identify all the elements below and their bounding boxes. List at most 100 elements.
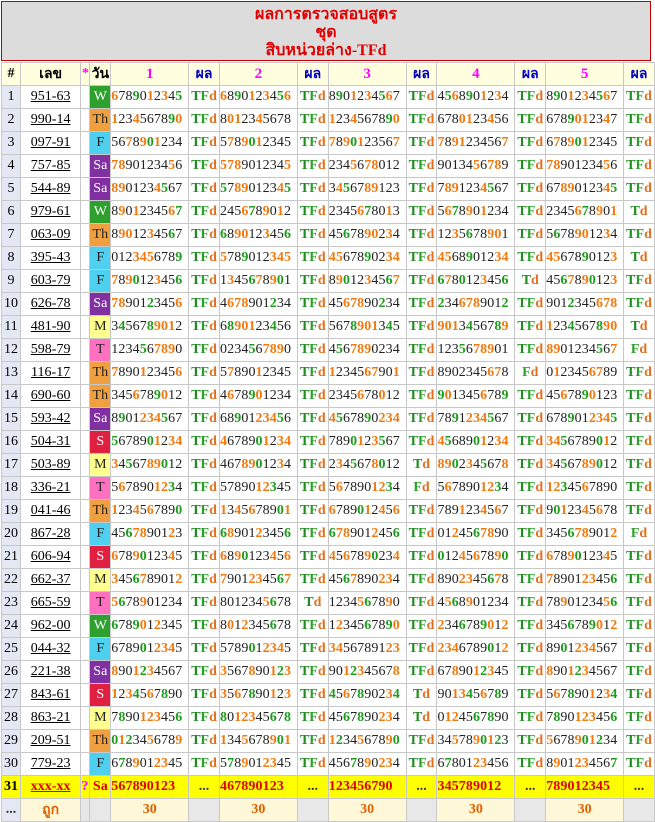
lek-link[interactable]: 044-32 [19, 637, 82, 661]
lek-link[interactable]: 041-46 [19, 499, 82, 523]
digit-sequence: 5789012345 [219, 476, 298, 500]
table-row: 6 979-61 W 8901234567 TFd 2456789012 TFd 234567… [1, 200, 655, 224]
star-cell [80, 177, 91, 201]
digit-sequence: 7891234567 [436, 177, 516, 201]
digit-sequence: 4678901234 [219, 453, 298, 477]
digit-sequence: 4567890123 [110, 522, 190, 546]
star-cell [80, 246, 91, 270]
digit-sequence: 3456789012 [545, 614, 625, 638]
day-badge: Th [89, 361, 112, 385]
digit-sequence: 5789012345 [219, 637, 298, 661]
lek-link[interactable]: 097-91 [19, 131, 82, 155]
result-cell: TFd [514, 499, 547, 523]
result-cell: TFd [296, 131, 329, 155]
lek-link[interactable]: 116-17 [19, 361, 82, 385]
result-cell: TFd [296, 683, 329, 707]
row-number: 15 [1, 407, 21, 431]
digit-sequence: 8901234567 [545, 660, 625, 684]
lek-link[interactable]: 503-89 [19, 453, 82, 477]
lek-link[interactable]: 593-42 [19, 407, 82, 431]
col-header-set-5: 5 [545, 62, 625, 86]
lek-link[interactable]: xxx-xx [19, 775, 82, 799]
result-cell: Td [623, 246, 655, 270]
row-number: 29 [1, 729, 21, 753]
table-row: 17 503-89 M 3456789012 TFd 4678901234 TFd 23456… [1, 453, 655, 477]
result-cell: TFd [405, 752, 438, 776]
lek-link[interactable]: 626-78 [19, 292, 82, 316]
result-cell: TFd [623, 407, 655, 431]
lek-link[interactable]: 603-79 [19, 269, 82, 293]
digit-sequence: 4568901234 [436, 85, 516, 109]
digit-sequence: 0123456789 [545, 361, 625, 385]
digit-sequence: 9013456789 [436, 683, 516, 707]
summary-blank [514, 798, 547, 822]
digit-sequence: 8901234567 [110, 407, 190, 431]
lek-link[interactable]: 336-21 [19, 476, 82, 500]
table-row: 22 662-37 M 3456789012 TFd 7901234567 TFd 45678… [1, 568, 655, 592]
lek-link[interactable]: 665-59 [19, 591, 82, 615]
result-cell: TFd [188, 522, 220, 546]
lek-link[interactable]: 395-43 [19, 246, 82, 270]
star-cell [80, 637, 91, 661]
digit-sequence: 2345678013 [327, 200, 407, 224]
lek-link[interactable]: 598-79 [19, 338, 82, 362]
lek-link[interactable]: 209-51 [19, 729, 82, 753]
digit-sequence: 4567890234 [327, 752, 407, 776]
digit-sequence: 0124567890 [436, 545, 516, 569]
col-header-result: ผล [188, 62, 220, 86]
star-cell [80, 85, 91, 109]
lek-link[interactable]: 757-85 [19, 154, 82, 178]
col-header-set-3: 3 [327, 62, 407, 86]
digit-sequence: 1234567890 [545, 315, 625, 339]
star-cell [80, 108, 91, 132]
lek-link[interactable]: 504-31 [19, 430, 82, 454]
lek-link[interactable]: 662-37 [19, 568, 82, 592]
star-cell [80, 683, 91, 707]
digit-sequence: 9013456789 [436, 315, 516, 339]
row-number: 22 [1, 568, 21, 592]
star-cell [80, 361, 91, 385]
digit-sequence: 2346789012 [436, 637, 516, 661]
digit-sequence: 4567890234 [327, 568, 407, 592]
digit-sequence: 6890123456 [219, 315, 298, 339]
result-cell: TFd [514, 384, 547, 408]
digit-sequence: 4567890234 [327, 246, 407, 270]
lek-link[interactable]: 606-94 [19, 545, 82, 569]
lek-link[interactable]: 863-21 [19, 706, 82, 730]
lek-link[interactable]: 979-61 [19, 200, 82, 224]
lek-link[interactable]: 951-63 [19, 85, 82, 109]
digit-sequence: 1234567890 [545, 476, 625, 500]
lek-link[interactable]: 221-38 [19, 660, 82, 684]
lek-link[interactable]: 843-61 [19, 683, 82, 707]
digit-sequence: 4567890234 [327, 683, 407, 707]
col-header-set-1: 1 [110, 62, 190, 86]
result-cell: Td [296, 591, 329, 615]
lek-link[interactable]: 544-89 [19, 177, 82, 201]
result-cell: TFd [405, 338, 438, 362]
lek-link[interactable]: 481-90 [19, 315, 82, 339]
digit-sequence: 4567890234 [327, 223, 407, 247]
result-cell: TFd [188, 476, 220, 500]
digit-sequence: 5789012345 [219, 177, 298, 201]
digit-sequence: 5789012345 [219, 246, 298, 270]
result-cell: TFd [405, 315, 438, 339]
page-title: ผลการตรวจสอบสูตร ชุด สิบหน่วยล่าง-TFd [1, 1, 651, 61]
col-header-star: * [80, 62, 91, 86]
result-cell: TFd [296, 660, 329, 684]
lek-link[interactable]: 990-14 [19, 108, 82, 132]
result-cell: TFd [296, 154, 329, 178]
lek-link[interactable]: 779-23 [19, 752, 82, 776]
lek-link[interactable]: 962-00 [19, 614, 82, 638]
lek-link[interactable]: 063-09 [19, 223, 82, 247]
row-number: 3 [1, 131, 21, 155]
lek-link[interactable]: 867-28 [19, 522, 82, 546]
star-cell [80, 269, 91, 293]
day-badge: Sa [89, 775, 112, 799]
digit-sequence: 3456789012 [545, 522, 625, 546]
digit-sequence: 4567890234 [327, 407, 407, 431]
digit-sequence: 0123456789 [110, 246, 190, 270]
result-cell: TFd [623, 269, 655, 293]
result-cell: Td [405, 453, 438, 477]
row-number: 23 [1, 591, 21, 615]
lek-link[interactable]: 690-60 [19, 384, 82, 408]
